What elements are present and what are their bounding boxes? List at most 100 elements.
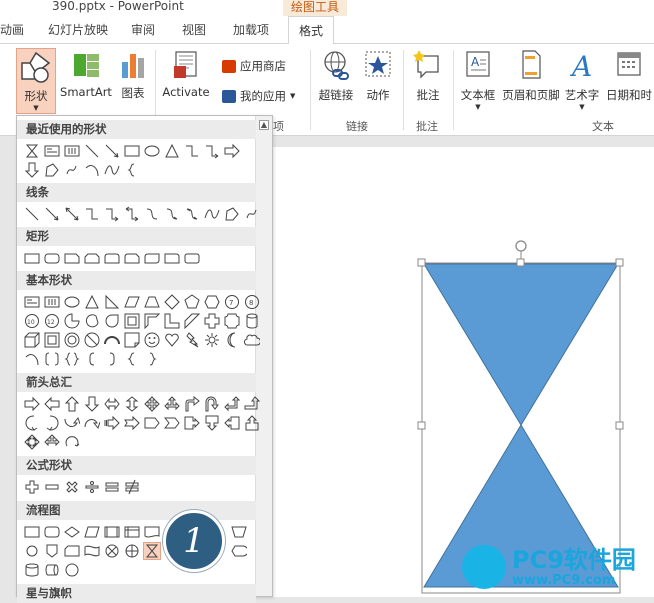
can-shape-icon[interactable]	[243, 312, 261, 330]
action-button[interactable]: 动作	[360, 48, 396, 114]
scribble-shape-icon[interactable]	[243, 205, 261, 223]
striped-right-arrow-shape-icon[interactable]	[103, 414, 121, 432]
not-equal-shape-icon[interactable]	[123, 478, 141, 496]
hexagon-shape-icon[interactable]	[203, 293, 221, 311]
trapezoid-shape-icon[interactable]	[143, 293, 161, 311]
left-up-arrow-shape-icon[interactable]	[223, 395, 241, 413]
textbox-shape-icon[interactable]	[23, 293, 41, 311]
up-arrow-shape-icon[interactable]	[63, 395, 81, 413]
pentagon-arrow-shape-icon[interactable]	[143, 414, 161, 432]
octagon-shape-icon[interactable]: 8	[243, 293, 261, 311]
multiply-shape-icon[interactable]	[63, 478, 81, 496]
tab-addins[interactable]: 加载项	[233, 21, 269, 38]
block-arc-shape-icon[interactable]	[103, 331, 121, 349]
chevron-arrow-shape-icon[interactable]	[163, 414, 181, 432]
freeform-shape-icon[interactable]	[43, 161, 61, 179]
datetime-button[interactable]: 日期和时	[604, 48, 654, 114]
curved-double-arrow-shape-icon[interactable]	[183, 205, 201, 223]
round-single-corner-shape-icon[interactable]	[163, 249, 181, 267]
comment-button[interactable]: 批注	[410, 48, 446, 114]
quad-arrow-callout-shape-icon[interactable]	[23, 433, 41, 451]
lightning-bolt-shape-icon[interactable]	[183, 331, 201, 349]
cloud-shape-icon[interactable]	[243, 331, 261, 349]
right-arrow-shape-icon[interactable]	[223, 142, 241, 160]
line-shape-icon[interactable]	[23, 205, 41, 223]
curve-shape-icon[interactable]	[203, 205, 221, 223]
elbow-connector-shape-icon[interactable]	[183, 142, 201, 160]
up-down-arrow-shape-icon[interactable]	[123, 395, 141, 413]
smiley-face-shape-icon[interactable]	[143, 331, 161, 349]
left-bracket-shape-icon[interactable]	[83, 350, 101, 368]
my-apps-button[interactable]: 我的应用 ▼	[222, 88, 295, 104]
curved-arrow-shape-icon[interactable]	[163, 205, 181, 223]
right-brace-shape-icon[interactable]	[143, 350, 161, 368]
flowchart-predefined-process-shape-icon[interactable]	[103, 523, 121, 541]
left-arrow-shape-icon[interactable]	[43, 395, 61, 413]
oval-shape-icon[interactable]	[63, 293, 81, 311]
u-turn-arrow-shape-icon[interactable]	[203, 395, 221, 413]
left-brace-shape-icon[interactable]	[123, 350, 141, 368]
textbox-button[interactable]: A 文本框 ▼	[458, 48, 498, 114]
bent-up-arrow-shape-icon[interactable]	[243, 395, 261, 413]
flowchart-display-alt-shape-icon[interactable]	[63, 561, 81, 579]
snip-rectangle-shape-icon[interactable]	[63, 249, 81, 267]
round-diagonal-rectangle-shape-icon[interactable]	[143, 249, 161, 267]
donut-shape-icon[interactable]	[63, 331, 81, 349]
flowchart-internal-storage-shape-icon[interactable]	[123, 523, 141, 541]
elbow-connector-shape-icon[interactable]	[83, 205, 101, 223]
snip-round-rectangle-shape-icon[interactable]	[123, 249, 141, 267]
flowchart-or-shape-icon[interactable]	[123, 542, 141, 560]
hourglass-shape-icon[interactable]	[23, 142, 41, 160]
app-store-button[interactable]: 应用商店	[222, 58, 286, 74]
cube-shape-icon[interactable]	[23, 331, 41, 349]
parallelogram-shape-icon[interactable]	[123, 293, 141, 311]
tab-format[interactable]: 格式	[288, 16, 335, 45]
bevel-shape-icon[interactable]	[43, 331, 61, 349]
line-shape-icon[interactable]	[83, 142, 101, 160]
chord-shape-icon[interactable]	[83, 312, 101, 330]
right-bracket-shape-icon[interactable]	[103, 350, 121, 368]
up-arrow-callout-shape-icon[interactable]	[243, 414, 261, 432]
flowchart-summing-junction-shape-icon[interactable]	[103, 542, 121, 560]
wave-shape-icon[interactable]	[103, 161, 121, 179]
snip-two-corner-shape-icon[interactable]	[83, 249, 101, 267]
moon-shape-icon[interactable]	[223, 331, 241, 349]
left-right-arrow-shape-icon[interactable]	[103, 395, 121, 413]
slide-canvas[interactable]	[272, 147, 654, 597]
pentagon-shape-icon[interactable]	[183, 293, 201, 311]
tab-animation[interactable]: 动画	[0, 21, 24, 38]
brace-shape-icon[interactable]	[123, 161, 141, 179]
pie-shape-icon[interactable]	[63, 312, 81, 330]
scroll-up-icon[interactable]: ▲	[259, 120, 269, 130]
quad-arrow-shape-icon[interactable]	[143, 395, 161, 413]
smartart-button[interactable]: SmartArt	[58, 48, 114, 114]
left-right-up-arrow-shape-icon[interactable]	[163, 395, 181, 413]
no-symbol-shape-icon[interactable]	[83, 331, 101, 349]
vertical-textbox-shape-icon[interactable]	[43, 293, 61, 311]
header-footer-button[interactable]: 页眉和页脚	[500, 48, 562, 114]
plus-shape-icon[interactable]	[23, 478, 41, 496]
shapes-button[interactable]: 形状 ▼	[16, 48, 56, 114]
teardrop-shape-icon[interactable]	[103, 312, 121, 330]
heptagon-shape-icon[interactable]: 7	[223, 293, 241, 311]
hourglass-shape[interactable]	[272, 147, 654, 597]
sun-shape-icon[interactable]	[203, 331, 221, 349]
flowchart-document-shape-icon[interactable]	[143, 523, 161, 541]
flowchart-magnetic-disk-shape-icon[interactable]	[23, 561, 41, 579]
wordart-button[interactable]: A 艺术字 ▼	[562, 48, 602, 114]
freeform-shape-icon[interactable]	[223, 205, 241, 223]
scribble-shape-icon[interactable]	[63, 161, 81, 179]
tab-review[interactable]: 审阅	[131, 21, 155, 38]
arrow-line-shape-icon[interactable]	[103, 142, 121, 160]
diagonal-stripe-shape-icon[interactable]	[183, 312, 201, 330]
cross-shape-icon[interactable]	[203, 312, 221, 330]
oval-shape-icon[interactable]	[143, 142, 161, 160]
notched-right-arrow-shape-icon[interactable]	[123, 414, 141, 432]
gallery-scrollbar[interactable]: ▲	[255, 116, 272, 596]
right-arrow-callout-shape-icon[interactable]	[183, 414, 201, 432]
heart-shape-icon[interactable]	[163, 331, 181, 349]
equal-shape-icon[interactable]	[103, 478, 121, 496]
rectangle-shape-icon[interactable]	[123, 142, 141, 160]
down-arrow-callout-shape-icon[interactable]	[203, 414, 221, 432]
curved-up-arrow-shape-icon[interactable]	[63, 414, 81, 432]
